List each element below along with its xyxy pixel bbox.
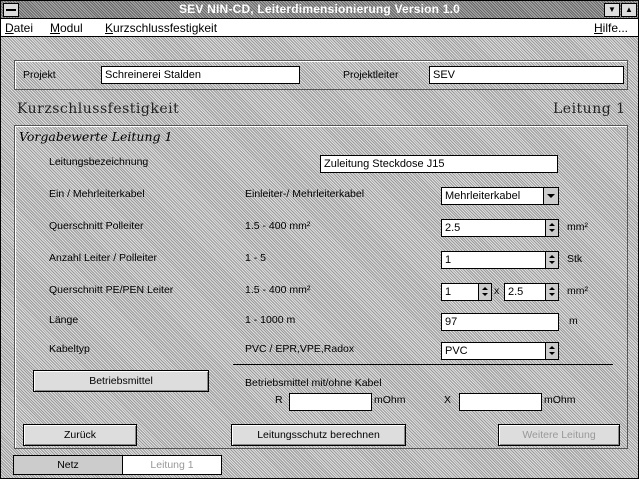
spinner-icon[interactable] [545,252,558,268]
querschnitt-polleiter-label: Querschnitt Polleiter [49,220,144,232]
menu-modul-label: odul [60,21,83,35]
pe-querschnitt-input[interactable]: 2.5 [504,283,559,301]
kabeltyp-value: PVC [445,345,468,357]
kabelart-range: Einleiter-/ Mehrleiterkabel [245,188,365,200]
projektleiter-input[interactable]: SEV [429,66,624,84]
laenge-range: 1 - 1000 m [245,314,296,326]
x-label: X [444,394,452,406]
chevron-down-icon[interactable] [543,188,558,204]
querschnitt-pe-range: 1.5 - 400 mm² [245,284,311,296]
divider [233,364,613,365]
menu-datei-label: atei [13,21,34,35]
vorgabe-title: Vorgabewerte Leitung 1 [19,129,173,144]
querschnitt-polleiter-value: 2.5 [445,222,461,234]
menu-kurz-label: urzschlussfestigkeit [113,21,218,35]
leitungsschutz-berechnen-button[interactable]: Leitungsschutz berechnen [231,424,406,446]
projekt-label: Projekt [23,69,56,81]
menu-kurzschlussfestigkeit[interactable]: Kurzschlussfestigkeit [105,21,217,35]
kabelart-label: Ein / Mehrleiterkabel [49,188,145,200]
spinner-icon[interactable] [478,284,491,300]
menu-kurz-mnemonic: K [105,21,114,35]
r-label: R [275,394,283,406]
querschnitt-polleiter-unit: mm² [567,221,588,233]
querschnitt-pe-unit: mm² [567,285,588,297]
menu-hilfe-label: ilfe... [602,21,629,35]
weitere-leitung-button[interactable]: Weitere Leitung [498,424,620,446]
kabeltyp-range: PVC / EPR,VPE,Radox [245,343,355,355]
anzahl-leiter-input[interactable]: 1 [441,251,559,269]
spinner-icon[interactable] [545,284,558,300]
r-unit: mOhm [374,394,406,406]
querschnitt-pe-label: Querschnitt PE/PEN Leiter [49,284,174,296]
menu-hilfe-mnemonic: H [594,21,603,35]
anzahl-leiter-value: 1 [445,254,452,266]
maximize-icon: ▲ [625,5,633,14]
section-title: Kurzschlussfestigkeit [17,101,180,117]
kabeltyp-label: Kabeltyp [49,343,90,355]
tab-leitung-1[interactable]: Leitung 1 [122,455,222,475]
x-input[interactable] [459,393,542,411]
projekt-input[interactable]: Schreinerei Stalden [101,66,300,84]
anzahl-leiter-unit: Stk [567,253,583,265]
pe-anzahl-value: 1 [445,286,452,298]
minimize-button[interactable]: ▼ [604,3,620,17]
tab-netz[interactable]: Netz [13,455,123,475]
pe-anzahl-input[interactable]: 1 [441,283,492,301]
zurueck-button[interactable]: Zurück [23,424,137,446]
menu-modul-mnemonic: M [50,21,60,35]
title-bar: SEV NIN-CD, Leiterdimensionierung Versio… [1,1,638,19]
querschnitt-polleiter-input[interactable]: 2.5 [441,219,559,237]
app-window: SEV NIN-CD, Leiterdimensionierung Versio… [0,0,639,479]
menu-datei[interactable]: Datei [5,21,33,35]
menu-datei-mnemonic: D [5,21,14,35]
laenge-label: Länge [49,314,79,326]
laenge-input[interactable]: 97 [441,313,559,331]
querschnitt-polleiter-range: 1.5 - 400 mm² [245,220,311,232]
tab-bar: Netz Leitung 1 [1,451,638,478]
leitungsbezeichnung-input[interactable]: Zuleitung Steckdose J15 [320,155,558,173]
maximize-button[interactable]: ▲ [621,3,637,17]
spinner-icon[interactable] [545,343,558,359]
pe-querschnitt-value: 2.5 [508,286,524,298]
kabelart-value: Mehrleiterkabel [445,190,521,202]
kabeltyp-select[interactable]: PVC [441,342,559,360]
menu-modul[interactable]: Modul [50,21,83,35]
pe-times-sign: x [494,285,500,297]
betriebsmittel-desc: Betriebsmittel mit/ohne Kabel [245,377,382,389]
leitung-indicator: Leitung 1 [553,101,626,117]
menu-hilfe[interactable]: Hilfe... [594,21,628,35]
betriebsmittel-button[interactable]: Betriebsmittel [33,370,209,392]
menu-bar: Datei Modul Kurzschlussfestigkeit Hilfe.… [1,19,638,37]
anzahl-leiter-range: 1 - 5 [245,252,267,264]
main-pane: Projekt Schreinerei Stalden Projektleite… [1,37,638,478]
anzahl-leiter-label: Anzahl Leiter / Polleiter [49,252,157,264]
r-input[interactable] [289,393,372,411]
window-title: SEV NIN-CD, Leiterdimensionierung Versio… [178,2,461,16]
kabelart-select[interactable]: Mehrleiterkabel [441,187,559,205]
spinner-icon[interactable] [545,220,558,236]
minimize-icon: ▼ [608,5,616,14]
leitungsbezeichnung-label: Leitungsbezeichnung [49,156,149,168]
projektleiter-label: Projektleiter [343,69,399,81]
laenge-unit: m [569,315,578,327]
x-unit: mOhm [544,394,576,406]
